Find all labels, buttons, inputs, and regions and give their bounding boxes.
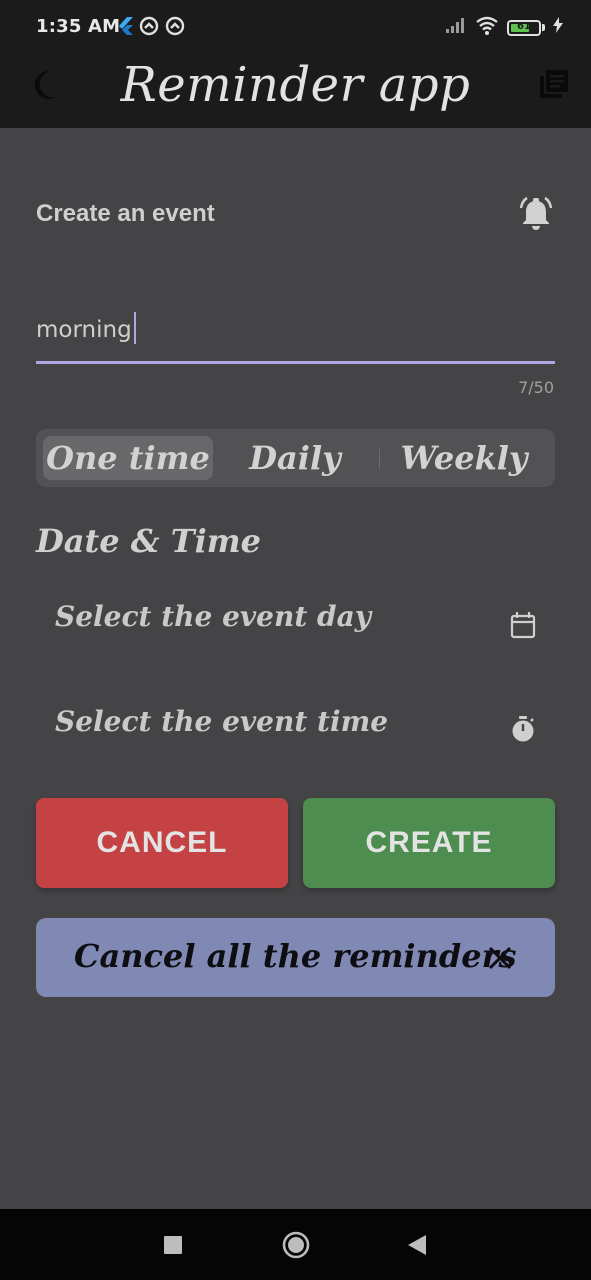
app-title: Reminder app (120, 57, 471, 113)
recents-button-icon[interactable] (163, 1235, 183, 1260)
segment-one-time[interactable]: One time (43, 436, 213, 480)
home-button-icon[interactable] (282, 1231, 310, 1264)
charging-icon (553, 17, 563, 38)
back-button-icon[interactable] (406, 1233, 428, 1262)
cancel-button[interactable]: CANCEL (36, 798, 288, 888)
status-bar: 1:35 AM 61 (0, 0, 591, 54)
status-system-icons: 61 (445, 15, 563, 40)
select-day-label[interactable]: Select the event day (55, 600, 371, 633)
close-icon[interactable] (486, 944, 514, 977)
sync-icon (139, 16, 159, 41)
system-nav-bar (0, 1209, 591, 1280)
battery-level-text: 61 (517, 20, 531, 32)
timer-icon[interactable] (510, 715, 536, 748)
segment-weekly[interactable]: Weekly (379, 436, 549, 480)
create-button[interactable]: CREATE (303, 798, 555, 888)
banner-text: Cancel all the reminders (74, 937, 517, 975)
section-title: Create an event (36, 200, 215, 227)
app-bar: Reminder app (0, 54, 591, 128)
char-counter: 7/50 (518, 378, 554, 397)
status-notification-icons (117, 16, 185, 41)
flutter-icon (117, 17, 133, 40)
library-icon[interactable] (538, 68, 570, 105)
status-time: 1:35 AM (36, 16, 121, 37)
battery-icon: 61 (507, 19, 541, 36)
event-name-value[interactable]: morning (36, 312, 136, 344)
select-time-label[interactable]: Select the event time (55, 705, 388, 738)
wifi-icon (475, 15, 499, 40)
sync-icon (165, 16, 185, 41)
cancel-all-banner[interactable]: Cancel all the reminders (36, 918, 555, 997)
text-caret (133, 312, 136, 344)
frequency-segmented-control: One time Daily Weekly (36, 429, 555, 487)
alarm-bell-icon[interactable] (518, 196, 554, 237)
date-time-title: Date & Time (36, 522, 261, 560)
signal-icon (445, 16, 467, 39)
event-name-input[interactable]: morning (36, 300, 555, 364)
segment-daily[interactable]: Daily (210, 436, 380, 480)
battery-tip (542, 24, 545, 31)
calendar-icon[interactable] (510, 611, 536, 644)
